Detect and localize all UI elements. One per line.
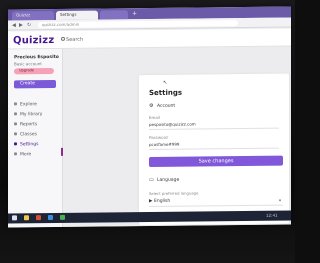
browser-tab-settings[interactable]: Settings	[56, 10, 98, 20]
forward-icon[interactable]: ▶	[19, 22, 23, 28]
settings-icon	[14, 142, 17, 146]
tab-label: Quizizz	[16, 12, 31, 18]
sidebar-item-settings[interactable]: Settings	[14, 142, 38, 147]
profile-name: Precious Esposito	[14, 54, 59, 61]
account-section-label: Account	[157, 103, 176, 109]
password-underline	[149, 147, 279, 151]
upgrade-button[interactable]: Upgrade	[14, 68, 54, 75]
monitor-screen: Quizizz Settings + ◀ ▶ ↻ quizizz.com/adm…	[8, 6, 291, 228]
search-label[interactable]: Search	[66, 37, 83, 43]
page-title: Settings	[149, 88, 183, 98]
back-icon[interactable]: ◀	[12, 22, 16, 28]
sidebar-item-explore[interactable]: Explore	[14, 102, 37, 107]
upgrade-label: Upgrade	[19, 68, 34, 73]
email-field[interactable]: pesposito@quizizz.com	[149, 122, 196, 127]
url-text: quizizz.com/admin	[42, 21, 80, 28]
create-label: Create	[20, 81, 35, 87]
save-changes-button[interactable]: Save changes	[149, 155, 283, 168]
browser-tab-other[interactable]	[100, 10, 128, 20]
start-icon[interactable]	[12, 215, 17, 221]
sidebar-item-label: My library	[20, 112, 43, 118]
sidebar-item-reports[interactable]: Reports	[14, 122, 37, 127]
reload-icon[interactable]: ↻	[27, 22, 31, 28]
clock: 12:41	[266, 212, 278, 218]
new-tab-button[interactable]: +	[132, 10, 137, 17]
active-indicator	[61, 147, 63, 156]
app-icon[interactable]	[36, 215, 41, 221]
language-section-label: Language	[157, 177, 180, 183]
flag-icon: ▶	[149, 198, 153, 205]
profile-subtitle: Basic account	[14, 61, 42, 67]
language-select[interactable]: English	[154, 199, 170, 204]
mouse-cursor-icon: ↖	[163, 79, 168, 86]
sidebar-item-my-library[interactable]: My library	[14, 112, 42, 117]
file-explorer-icon[interactable]	[24, 215, 29, 221]
app-header: Quizizz Search	[8, 28, 291, 50]
more-icon	[14, 152, 17, 156]
password-field[interactable]: pcosfame#999	[149, 142, 179, 147]
language-select-label: Select preferred language	[149, 190, 199, 197]
library-icon	[14, 112, 17, 116]
browser-tab-quizizz[interactable]: Quizizz	[12, 11, 54, 21]
language-icon: ▭	[149, 176, 154, 184]
chrome-icon[interactable]	[60, 214, 65, 220]
quizizz-logo[interactable]: Quizizz	[13, 35, 54, 46]
explore-icon	[14, 102, 17, 106]
sidebar-item-more[interactable]: More	[14, 152, 31, 157]
password-label: Password	[149, 134, 168, 141]
account-icon: ⚙	[149, 102, 154, 110]
classes-icon	[14, 132, 17, 136]
email-underline	[149, 127, 279, 131]
sidebar: Precious Esposito Basic account Upgrade …	[8, 48, 63, 228]
save-changes-label: Save changes	[198, 158, 234, 165]
sidebar-item-label: Reports	[20, 122, 38, 128]
main-content: ↖ Settings ⚙ Account Email pesposito@qui…	[64, 47, 291, 227]
sidebar-item-label: Explore	[20, 102, 37, 108]
edge-icon[interactable]	[48, 215, 53, 221]
url-field[interactable]: quizizz.com/admin	[38, 20, 238, 29]
search-icon[interactable]	[61, 36, 65, 41]
sidebar-item-label: Classes	[20, 132, 37, 138]
reports-icon	[14, 122, 17, 126]
sidebar-item-classes[interactable]: Classes	[14, 132, 37, 137]
tab-label: Settings	[60, 11, 77, 17]
email-label: Email	[149, 114, 161, 121]
sidebar-item-label: More	[20, 152, 32, 158]
settings-card: ↖ Settings ⚙ Account Email pesposito@qui…	[139, 73, 289, 226]
language-select-underline	[149, 204, 283, 208]
create-button[interactable]: Create	[14, 79, 56, 89]
sidebar-item-label: Settings	[20, 142, 39, 148]
chevron-down-icon[interactable]: ▾	[279, 198, 281, 203]
